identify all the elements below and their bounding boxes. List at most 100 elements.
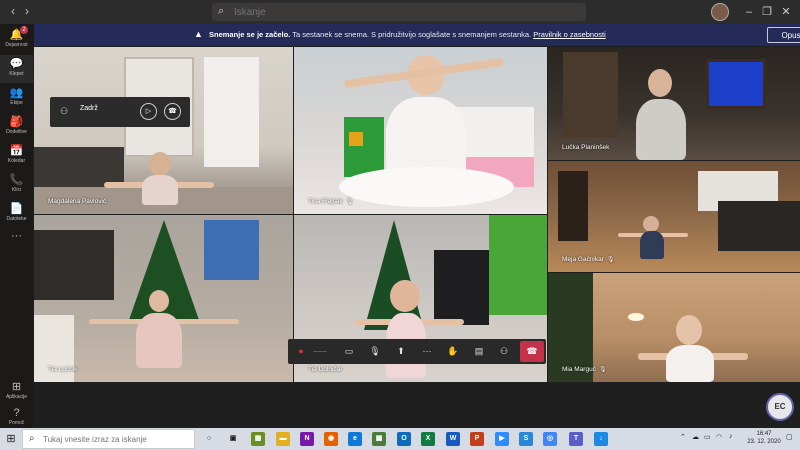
back-icon[interactable]: ‹: [6, 4, 20, 18]
warning-icon: ▲: [194, 29, 203, 39]
call-timer: ——: [313, 348, 327, 355]
battery-icon: ▭: [704, 434, 711, 441]
banner-text: Ta sestanek se snema. S pridružitvijo so…: [292, 30, 532, 39]
self-avatar[interactable]: EC: [766, 393, 794, 421]
rail-item-label: Pomoč: [8, 420, 25, 426]
rail-item-label: Dejavnost: [5, 42, 28, 48]
excel-icon[interactable]: X: [421, 432, 435, 446]
app-icon[interactable]: ▩: [372, 432, 386, 446]
powerpoint-icon[interactable]: P: [470, 432, 484, 446]
clock-time: 16:47: [756, 431, 772, 437]
task-view-icon[interactable]: ○: [202, 432, 216, 446]
search-box[interactable]: ⌕: [212, 3, 586, 21]
outlook-icon[interactable]: O: [397, 432, 411, 446]
skype-icon[interactable]: S: [519, 432, 533, 446]
notifications-icon[interactable]: ▢: [786, 433, 793, 441]
rail-item-calls[interactable]: 📞 Klici: [0, 171, 33, 199]
more-actions-icon[interactable]: ···: [416, 339, 438, 364]
files-icon: 📄: [9, 203, 24, 215]
mic-icon: 🎙: [598, 367, 607, 373]
call-controls: ● —— ▭ 🎙 ⬆ ··· ✋ ▤ ⚇ ☎: [288, 339, 546, 364]
apps-icon: ⊞: [11, 381, 22, 393]
recording-icon: ●: [298, 346, 304, 356]
video-tile[interactable]: Lučka Planinšek: [548, 47, 800, 160]
rail-item-calendar[interactable]: 📅 Koledar: [0, 142, 33, 170]
share-screen-icon[interactable]: ⬆: [390, 339, 412, 364]
rail-item-label: Ekipe: [10, 100, 23, 106]
held-call-title: Zadrž: [80, 105, 98, 112]
participant-name: Magdalena Pavlović: [48, 198, 107, 205]
download-icon[interactable]: ↓: [594, 432, 608, 446]
search-input[interactable]: [234, 4, 574, 20]
video-tile[interactable]: Mia Marguč 🎙: [548, 273, 800, 382]
participant-name: Tina Flajšak 🎙: [308, 198, 354, 205]
edge-icon[interactable]: e: [348, 432, 362, 446]
store-icon[interactable]: ▦: [251, 432, 265, 446]
mic-icon: 🎙: [606, 257, 615, 263]
rail-item-label: Klepet: [9, 71, 24, 77]
word-icon[interactable]: W: [446, 432, 460, 446]
app-rail: 🔔 2 Dejavnost 💬 Klepet 👥 Ekipe 🎒 Dodelit…: [0, 24, 33, 428]
participant-name: Mia Marguč 🎙: [562, 366, 607, 373]
help-icon: ?: [13, 407, 20, 419]
clock[interactable]: 16:47 23. 12. 2020: [746, 430, 782, 446]
rail-item-label: Koledar: [7, 158, 26, 164]
search-icon: ⌕: [218, 5, 225, 17]
participant-name: Meja Gačnikar 🎙: [562, 256, 615, 263]
clock-date: 23. 12. 2020: [747, 439, 781, 445]
firefox-icon[interactable]: ◉: [324, 432, 338, 446]
tray-chevron-icon[interactable]: ⌃: [680, 433, 686, 441]
wifi-icon: ◠: [716, 434, 723, 441]
taskbar: ⊞ ⌕ ○ ▣ ▦ ▬ N ◉ e ▩ O X W P ▶ S ◎ T ↓ ⌃ …: [0, 428, 800, 450]
taskbar-search-input[interactable]: [43, 433, 193, 446]
end-held-call-button[interactable]: ☎: [164, 103, 181, 120]
participant-name: Lučka Planinšek: [562, 144, 610, 151]
phone-icon: 📞: [9, 174, 24, 186]
start-button[interactable]: ⊞: [0, 428, 22, 450]
chat-icon: 💬: [9, 58, 24, 70]
rail-item-files[interactable]: 📄 Datoteke: [0, 200, 33, 228]
rail-item-chat[interactable]: 💬 Klepet: [0, 55, 33, 83]
participant-name: Tia Lučnik: [48, 366, 78, 373]
chat-icon[interactable]: ▤: [468, 339, 490, 364]
onenote-icon[interactable]: N: [300, 432, 314, 446]
close-button[interactable]: ✕: [774, 3, 798, 21]
more-icon: ···: [11, 230, 22, 242]
explorer-icon[interactable]: ▬: [276, 432, 290, 446]
held-call-panel: ⚇ Zadrž ▷ ☎: [50, 97, 190, 127]
rail-item-label: Aplikacije: [5, 394, 28, 400]
activity-badge: 2: [20, 26, 28, 34]
video-tile[interactable]: Tia Lučnik: [34, 215, 293, 382]
rail-item-apps[interactable]: ⊞ Aplikacije: [0, 378, 33, 406]
taskbar-search[interactable]: ⌕: [22, 429, 195, 449]
participants-icon[interactable]: ⚇: [493, 339, 515, 364]
video-tile[interactable]: Meja Gačnikar 🎙: [548, 161, 800, 272]
forward-icon[interactable]: ›: [20, 4, 34, 18]
task-switch-icon[interactable]: ▣: [226, 432, 240, 446]
rail-item-teams[interactable]: 👥 Ekipe: [0, 84, 33, 112]
banner-title: Snemanje se je začelo.: [209, 30, 291, 39]
mic-icon[interactable]: 🎙: [364, 339, 386, 364]
resume-button[interactable]: ▷: [140, 103, 157, 120]
dismiss-button[interactable]: Opusti: [767, 27, 800, 43]
group-icon: ⚇: [60, 106, 69, 116]
rail-item-assignments[interactable]: 🎒 Dodelitve: [0, 113, 33, 141]
privacy-link[interactable]: Pravilnik o zasebnosti: [533, 30, 606, 39]
mic-icon: 🎙: [345, 199, 354, 205]
volume-icon[interactable]: ♪: [729, 433, 733, 440]
rail-item-label: Dodelitve: [6, 129, 27, 135]
teams-icon: 👥: [9, 87, 24, 99]
calendar-icon: 📅: [9, 145, 24, 157]
profile-avatar[interactable]: [711, 3, 729, 21]
video-tile[interactable]: Magdalena Pavlović: [34, 47, 293, 214]
camera-icon[interactable]: ▭: [338, 339, 360, 364]
zoom-icon[interactable]: ▶: [495, 432, 509, 446]
participant-name: Tia Dolničar: [308, 366, 343, 373]
rail-item-activity[interactable]: 🔔 2 Dejavnost: [0, 26, 33, 54]
video-tile[interactable]: Tina Flajšak 🎙: [294, 47, 547, 214]
teams-taskbar-icon[interactable]: T: [569, 432, 583, 446]
chrome-icon[interactable]: ◎: [543, 432, 557, 446]
hang-up-button[interactable]: ☎: [520, 341, 544, 362]
raise-hand-icon[interactable]: ✋: [442, 339, 464, 364]
rail-item-more[interactable]: ···: [0, 227, 33, 255]
